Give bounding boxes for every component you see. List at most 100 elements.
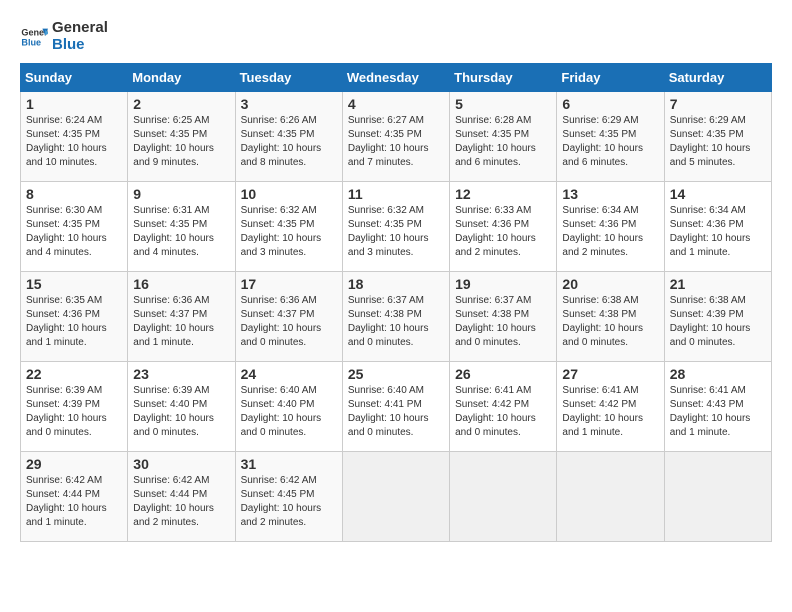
day-number: 12 [455,186,551,202]
calendar-table: SundayMondayTuesdayWednesdayThursdayFrid… [20,63,772,542]
day-cell: 3 Sunrise: 6:26 AM Sunset: 4:35 PM Dayli… [235,92,342,182]
day-cell: 29 Sunrise: 6:42 AM Sunset: 4:44 PM Dayl… [21,452,128,542]
day-cell: 20 Sunrise: 6:38 AM Sunset: 4:38 PM Dayl… [557,272,664,362]
svg-text:Blue: Blue [21,37,41,47]
day-cell: 1 Sunrise: 6:24 AM Sunset: 4:35 PM Dayli… [21,92,128,182]
logo-blue: Blue [52,37,108,54]
day-detail: Sunrise: 6:40 AM Sunset: 4:40 PM Dayligh… [241,384,337,440]
day-cell: 19 Sunrise: 6:37 AM Sunset: 4:38 PM Dayl… [450,272,557,362]
day-cell: 12 Sunrise: 6:33 AM Sunset: 4:36 PM Dayl… [450,182,557,272]
col-header-thursday: Thursday [450,64,557,92]
day-cell: 27 Sunrise: 6:41 AM Sunset: 4:42 PM Dayl… [557,362,664,452]
day-number: 22 [26,366,122,382]
day-detail: Sunrise: 6:38 AM Sunset: 4:39 PM Dayligh… [670,294,766,350]
day-cell: 21 Sunrise: 6:38 AM Sunset: 4:39 PM Dayl… [664,272,771,362]
day-detail: Sunrise: 6:30 AM Sunset: 4:35 PM Dayligh… [26,204,122,260]
week-row-5: 29 Sunrise: 6:42 AM Sunset: 4:44 PM Dayl… [21,452,772,542]
day-detail: Sunrise: 6:31 AM Sunset: 4:35 PM Dayligh… [133,204,229,260]
day-cell: 4 Sunrise: 6:27 AM Sunset: 4:35 PM Dayli… [342,92,449,182]
day-cell: 7 Sunrise: 6:29 AM Sunset: 4:35 PM Dayli… [664,92,771,182]
col-header-sunday: Sunday [21,64,128,92]
day-cell: 22 Sunrise: 6:39 AM Sunset: 4:39 PM Dayl… [21,362,128,452]
col-header-saturday: Saturday [664,64,771,92]
day-number: 18 [348,276,444,292]
day-number: 17 [241,276,337,292]
day-cell: 11 Sunrise: 6:32 AM Sunset: 4:35 PM Dayl… [342,182,449,272]
day-number: 27 [562,366,658,382]
day-detail: Sunrise: 6:38 AM Sunset: 4:38 PM Dayligh… [562,294,658,350]
day-detail: Sunrise: 6:39 AM Sunset: 4:40 PM Dayligh… [133,384,229,440]
day-number: 30 [133,456,229,472]
day-detail: Sunrise: 6:32 AM Sunset: 4:35 PM Dayligh… [241,204,337,260]
day-cell: 5 Sunrise: 6:28 AM Sunset: 4:35 PM Dayli… [450,92,557,182]
day-cell [557,452,664,542]
day-number: 15 [26,276,122,292]
day-number: 28 [670,366,766,382]
day-number: 2 [133,96,229,112]
day-number: 13 [562,186,658,202]
day-detail: Sunrise: 6:41 AM Sunset: 4:43 PM Dayligh… [670,384,766,440]
logo: General Blue General Blue [20,20,108,53]
day-detail: Sunrise: 6:34 AM Sunset: 4:36 PM Dayligh… [562,204,658,260]
day-number: 7 [670,96,766,112]
day-number: 8 [26,186,122,202]
logo-general: General [52,20,108,37]
day-cell: 14 Sunrise: 6:34 AM Sunset: 4:36 PM Dayl… [664,182,771,272]
day-number: 20 [562,276,658,292]
day-cell: 10 Sunrise: 6:32 AM Sunset: 4:35 PM Dayl… [235,182,342,272]
day-number: 26 [455,366,551,382]
day-detail: Sunrise: 6:37 AM Sunset: 4:38 PM Dayligh… [455,294,551,350]
day-detail: Sunrise: 6:28 AM Sunset: 4:35 PM Dayligh… [455,114,551,170]
col-header-monday: Monday [128,64,235,92]
day-number: 21 [670,276,766,292]
day-cell: 13 Sunrise: 6:34 AM Sunset: 4:36 PM Dayl… [557,182,664,272]
day-number: 10 [241,186,337,202]
col-header-wednesday: Wednesday [342,64,449,92]
col-header-friday: Friday [557,64,664,92]
day-cell: 18 Sunrise: 6:37 AM Sunset: 4:38 PM Dayl… [342,272,449,362]
day-cell: 15 Sunrise: 6:35 AM Sunset: 4:36 PM Dayl… [21,272,128,362]
day-cell: 8 Sunrise: 6:30 AM Sunset: 4:35 PM Dayli… [21,182,128,272]
day-cell: 16 Sunrise: 6:36 AM Sunset: 4:37 PM Dayl… [128,272,235,362]
day-detail: Sunrise: 6:32 AM Sunset: 4:35 PM Dayligh… [348,204,444,260]
day-number: 31 [241,456,337,472]
day-detail: Sunrise: 6:40 AM Sunset: 4:41 PM Dayligh… [348,384,444,440]
day-detail: Sunrise: 6:24 AM Sunset: 4:35 PM Dayligh… [26,114,122,170]
day-number: 6 [562,96,658,112]
day-detail: Sunrise: 6:41 AM Sunset: 4:42 PM Dayligh… [455,384,551,440]
day-detail: Sunrise: 6:26 AM Sunset: 4:35 PM Dayligh… [241,114,337,170]
day-cell: 17 Sunrise: 6:36 AM Sunset: 4:37 PM Dayl… [235,272,342,362]
week-row-4: 22 Sunrise: 6:39 AM Sunset: 4:39 PM Dayl… [21,362,772,452]
day-cell: 26 Sunrise: 6:41 AM Sunset: 4:42 PM Dayl… [450,362,557,452]
day-number: 24 [241,366,337,382]
day-detail: Sunrise: 6:37 AM Sunset: 4:38 PM Dayligh… [348,294,444,350]
day-detail: Sunrise: 6:34 AM Sunset: 4:36 PM Dayligh… [670,204,766,260]
day-detail: Sunrise: 6:25 AM Sunset: 4:35 PM Dayligh… [133,114,229,170]
day-detail: Sunrise: 6:36 AM Sunset: 4:37 PM Dayligh… [241,294,337,350]
day-cell [664,452,771,542]
day-number: 25 [348,366,444,382]
day-number: 16 [133,276,229,292]
day-number: 3 [241,96,337,112]
day-cell: 31 Sunrise: 6:42 AM Sunset: 4:45 PM Dayl… [235,452,342,542]
day-detail: Sunrise: 6:42 AM Sunset: 4:44 PM Dayligh… [133,474,229,530]
day-cell: 23 Sunrise: 6:39 AM Sunset: 4:40 PM Dayl… [128,362,235,452]
day-cell: 28 Sunrise: 6:41 AM Sunset: 4:43 PM Dayl… [664,362,771,452]
col-header-tuesday: Tuesday [235,64,342,92]
day-cell [450,452,557,542]
day-number: 11 [348,186,444,202]
day-number: 23 [133,366,229,382]
day-detail: Sunrise: 6:41 AM Sunset: 4:42 PM Dayligh… [562,384,658,440]
day-number: 14 [670,186,766,202]
week-row-1: 1 Sunrise: 6:24 AM Sunset: 4:35 PM Dayli… [21,92,772,182]
day-detail: Sunrise: 6:29 AM Sunset: 4:35 PM Dayligh… [670,114,766,170]
header-row: SundayMondayTuesdayWednesdayThursdayFrid… [21,64,772,92]
day-detail: Sunrise: 6:36 AM Sunset: 4:37 PM Dayligh… [133,294,229,350]
day-cell: 9 Sunrise: 6:31 AM Sunset: 4:35 PM Dayli… [128,182,235,272]
day-cell: 30 Sunrise: 6:42 AM Sunset: 4:44 PM Dayl… [128,452,235,542]
day-cell: 24 Sunrise: 6:40 AM Sunset: 4:40 PM Dayl… [235,362,342,452]
day-number: 5 [455,96,551,112]
week-row-2: 8 Sunrise: 6:30 AM Sunset: 4:35 PM Dayli… [21,182,772,272]
day-number: 1 [26,96,122,112]
day-cell: 6 Sunrise: 6:29 AM Sunset: 4:35 PM Dayli… [557,92,664,182]
